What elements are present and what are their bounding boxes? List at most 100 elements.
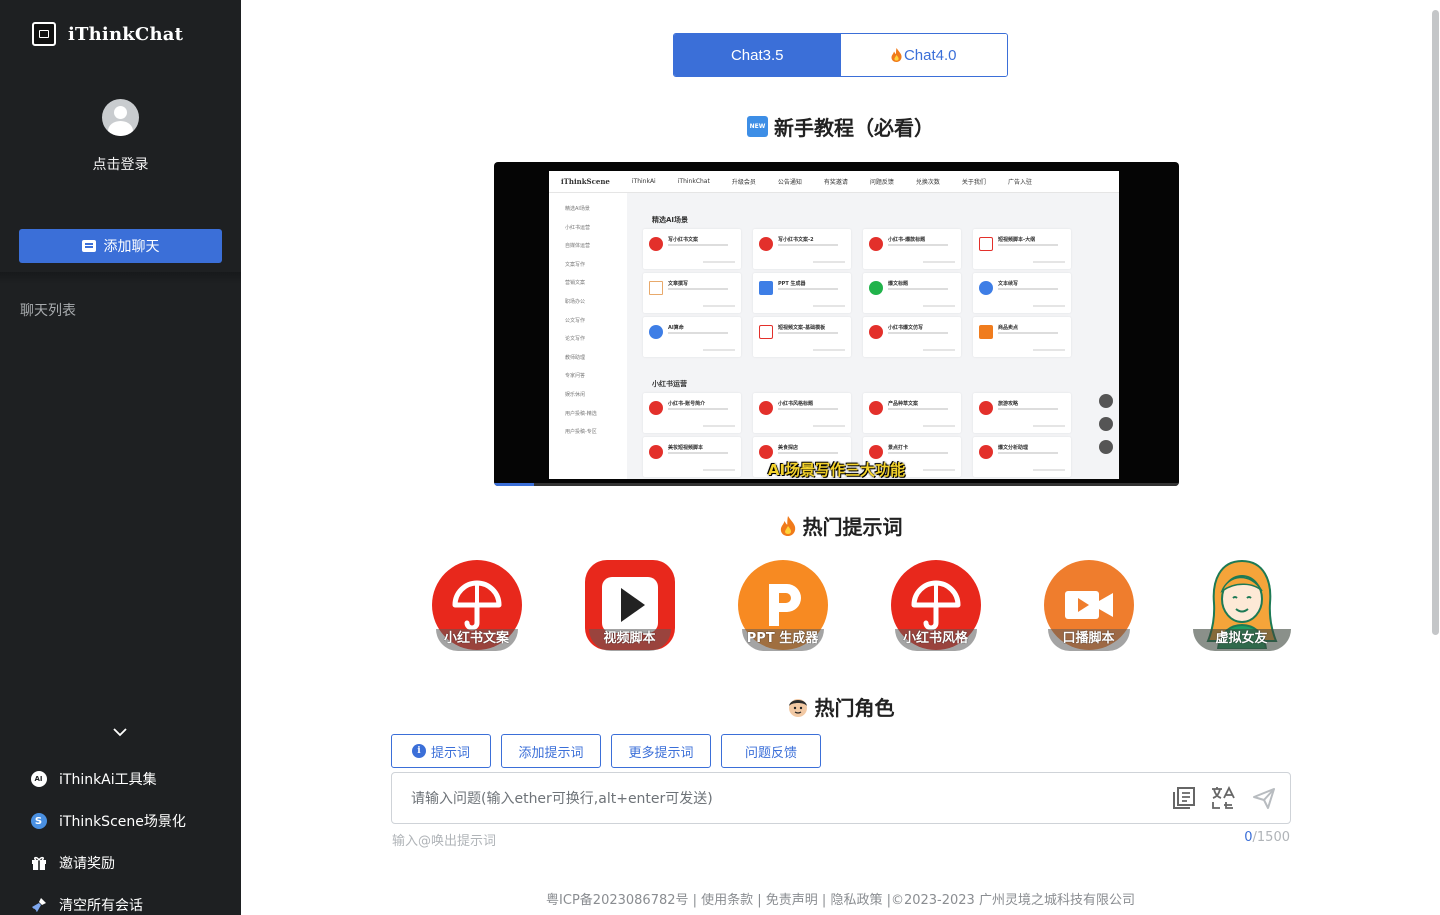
video-card-title: 文本续写 — [998, 281, 1019, 287]
video-screen-side-item: 营销文案 — [565, 280, 586, 287]
video-camera-icon — [1064, 591, 1113, 619]
video-screen-side-item: 用户投稿-精选 — [565, 410, 597, 417]
video-card: PPT 生成器 — [753, 273, 851, 313]
sidebar-item-clear[interactable]: 清空所有会话 — [30, 884, 186, 915]
video-card-title: 景点打卡 — [888, 445, 909, 451]
umbrella-icon — [911, 580, 960, 631]
avatar[interactable] — [102, 99, 139, 136]
broom-icon — [30, 897, 47, 914]
chevron-down-icon[interactable] — [112, 724, 128, 740]
video-card: 旅游攻略 — [973, 393, 1071, 433]
hot-prompts-title-text: 热门提示词 — [802, 515, 903, 539]
video-card-title: 小红书风格标题 — [778, 401, 814, 407]
flame-icon — [780, 515, 795, 536]
video-screen-nav-item: iThinkAi — [631, 178, 656, 185]
video-card-title: 产品种草文案 — [888, 401, 919, 407]
video-card-title: 小红书-爆款标题 — [888, 237, 926, 243]
video-card: 写小红书文案 — [643, 229, 741, 269]
prompt-label: PPT 生成器 — [741, 629, 824, 651]
logo-icon — [32, 22, 56, 46]
video-screen-side-item: 专家问答 — [565, 373, 586, 380]
man-face-icon — [788, 698, 807, 717]
video-card: 小红书风格标题 — [753, 393, 851, 433]
tab-chat35[interactable]: Chat3.5 — [674, 34, 841, 76]
video-card-title: 爆文分析助理 — [998, 445, 1029, 451]
video-card-title: 文章撰写 — [668, 281, 689, 287]
video-card: 爆文标题 — [863, 273, 961, 313]
video-card-title: 旅游攻略 — [998, 401, 1019, 407]
avatar-body — [108, 121, 133, 136]
play-icon — [601, 577, 658, 633]
tab-chat40[interactable]: Chat4.0 — [840, 34, 1007, 76]
footer: 粤ICP备2023086782号 | 使用条款 | 免责声明 | 隐私政策 |©… — [546, 893, 1135, 908]
prompt-icon: 虚拟女友 — [1192, 559, 1291, 651]
sidebar-item-ithinkai[interactable]: AI iThinkAi工具集 — [30, 758, 186, 800]
prompt-icon: 小红书风格 — [890, 560, 981, 651]
add-chat-button[interactable]: 添加聊天 — [19, 229, 222, 263]
video-screen-nav-item: 关于我们 — [961, 179, 986, 186]
video-progress[interactable] — [494, 483, 534, 486]
tutorial-video[interactable]: iThinkScene iThinkAi iThinkChat 升级会员 公告通… — [494, 162, 1179, 486]
prompt-item[interactable]: 小红书风格 — [859, 560, 1012, 651]
video-screen-side-item: 职场办公 — [565, 298, 586, 305]
role-buttons: i 提示词 添加提示词 更多提示词 问题反馈 — [391, 734, 821, 768]
ai-icon: AI — [30, 771, 47, 788]
brand[interactable]: iThinkChat — [32, 22, 183, 46]
tab-label: Chat4.0 — [903, 46, 957, 64]
video-card-title: 美妆短视频脚本 — [668, 445, 704, 451]
login-link[interactable]: 点击登录 — [0, 154, 241, 174]
video-screen-nav: iThinkScene iThinkAi iThinkChat 升级会员 公告通… — [549, 171, 1119, 193]
video-screen-side-item: 自媒体运营 — [565, 243, 591, 250]
video-screen-nav-item: 有奖邀请 — [823, 179, 848, 186]
prompt-item[interactable]: 口播脚本 — [1012, 560, 1165, 651]
video-screen-side-item: 用户投稿-专区 — [565, 429, 597, 436]
char-counter: 0/1500 — [1200, 830, 1290, 845]
sidebar-item-label: iThinkScene场景化 — [59, 814, 186, 830]
video-card-title: 美食探店 — [778, 445, 799, 451]
video-card-title: 商品卖点 — [998, 325, 1019, 331]
prompt-words-button[interactable]: i 提示词 — [391, 734, 491, 768]
video-card-title: 短视频文案-基础模板 — [778, 325, 826, 331]
video-screen-side-item: 教师助理 — [565, 354, 586, 361]
tool-icon — [1099, 440, 1113, 454]
new-badge-icon: NEW — [747, 116, 768, 137]
video-frame: iThinkScene iThinkAi iThinkChat 升级会员 公告通… — [549, 171, 1119, 479]
video-card-title: 短视频脚本-大纲 — [998, 237, 1036, 243]
video-screen-side-item: 公文写作 — [565, 317, 586, 324]
prompt-label: 视频脚本 — [588, 629, 671, 651]
prompt-item[interactable]: 视频脚本 — [553, 560, 706, 651]
translate-icon[interactable] — [1210, 785, 1236, 811]
add-chat-label: 添加聊天 — [103, 239, 160, 255]
video-progress-track[interactable] — [534, 483, 1179, 486]
video-card-title: AI算命 — [668, 325, 684, 331]
prompt-library-icon[interactable] — [1171, 785, 1197, 811]
send-icon[interactable] — [1251, 785, 1277, 811]
video-card: 小红书-账号简介 — [643, 393, 741, 433]
chat-icon — [81, 240, 96, 252]
more-prompts-button[interactable]: 更多提示词 — [611, 734, 711, 768]
sidebar-item-invite[interactable]: 邀请奖励 — [30, 842, 186, 884]
avatar-head — [114, 106, 127, 119]
feedback-button[interactable]: 问题反馈 — [721, 734, 821, 768]
prompt-icon: 小红书文案 — [431, 560, 522, 651]
prompt-icon: 视频脚本 — [584, 560, 675, 651]
sidebar-item-ithinkscene[interactable]: S iThinkScene场景化 — [30, 800, 186, 842]
prompt-item[interactable]: 小红书文案 — [400, 560, 553, 651]
video-card: 写小红书文案-2 — [753, 229, 851, 269]
tool-icon — [1099, 417, 1113, 431]
chat-input[interactable] — [411, 787, 1151, 811]
up-icon — [1099, 394, 1113, 408]
sidebar-links: AI iThinkAi工具集 S iThinkScene场景化 邀请奖励 清空所… — [30, 758, 186, 915]
flame-icon — [891, 48, 902, 62]
video-screen-heading: 小红书运营 — [652, 380, 687, 388]
video-screen-side-item: 文案写作 — [565, 261, 586, 268]
hot-prompts-list: 小红书文案 视频脚本 PPT 生成器 小红书风格 口播脚本 虚拟女友 — [400, 559, 1318, 651]
prompt-item[interactable]: PPT 生成器 — [706, 560, 859, 651]
video-card-title: 写小红书文案 — [668, 237, 699, 243]
chat-input-box — [391, 772, 1291, 824]
add-prompt-button[interactable]: 添加提示词 — [501, 734, 601, 768]
prompt-item[interactable]: 虚拟女友 — [1165, 559, 1318, 651]
scrollbar-thumb[interactable] — [1432, 10, 1439, 635]
hot-prompts-title: 热门提示词 — [241, 511, 1440, 540]
video-screen-side-item: 小红书运营 — [565, 224, 591, 231]
